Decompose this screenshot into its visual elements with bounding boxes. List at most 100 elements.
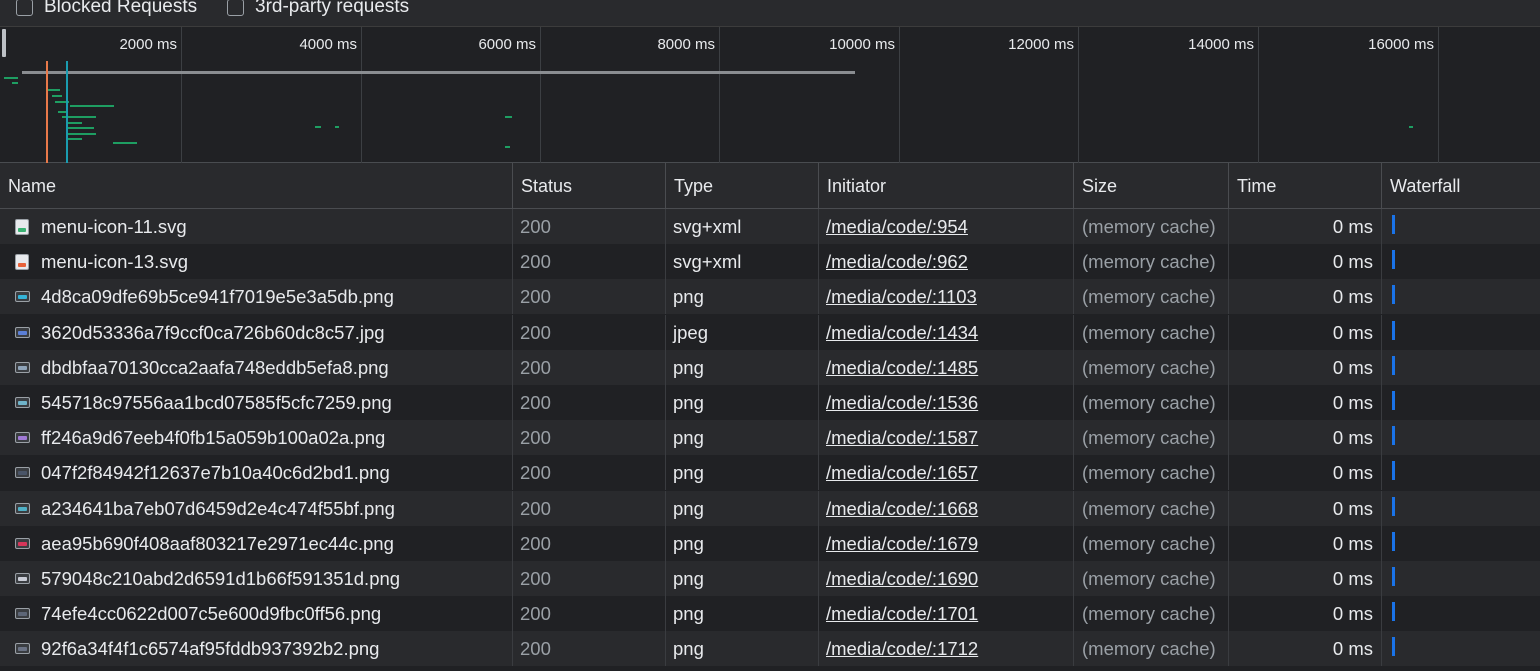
cell-name[interactable]: dbdbfaa70130cca2aafa748eddb5efa8.png [0, 349, 513, 385]
overview-tick-label: 8000 ms [657, 36, 715, 53]
initiator-link[interactable]: /media/code/:1536 [826, 392, 978, 413]
table-row[interactable]: a234641ba7eb07d6459d2e4c474f55bf.png 200 p… [0, 490, 1540, 526]
waterfall-bar [1392, 496, 1395, 516]
request-name[interactable]: 545718c97556aa1bcd07585f5cfc7259.png [41, 392, 392, 413]
request-name[interactable]: 92f6a34f4f1c6574af95fddb937392b2.png [41, 638, 379, 659]
request-name[interactable]: 4d8ca09dfe69b5ce941f7019e5e3a5db.png [41, 286, 394, 307]
cell-status: 200 [513, 420, 666, 456]
table-row[interactable]: aea95b690f408aaf803217e2971ec44c.png 200 p… [0, 525, 1540, 561]
cell-waterfall [1382, 350, 1540, 385]
table-row[interactable]: 579048c210abd2d6591d1b66f591351d.png 200 p… [0, 561, 1540, 596]
cell-name[interactable]: 047f2f84942f12637e7b10a40c6d2bd1.png [0, 455, 513, 491]
cell-initiator: /media/code/:1712 [819, 631, 1074, 667]
request-name[interactable]: a234641ba7eb07d6459d2e4c474f55bf.png [41, 498, 395, 519]
table-row[interactable]: 545718c97556aa1bcd07585f5cfc7259.png 200 p… [0, 385, 1540, 420]
initiator-link[interactable]: /media/code/:1668 [826, 498, 978, 519]
overview-activity-mark [68, 138, 82, 140]
table-row[interactable]: menu-icon-13.svg 200 svg+xml/media/code/:9… [0, 244, 1540, 280]
table-row[interactable]: 047f2f84942f12637e7b10a40c6d2bd1.png 200 p… [0, 455, 1540, 491]
cell-waterfall [1382, 279, 1540, 314]
cell-name[interactable]: 579048c210abd2d6591d1b66f591351d.png [0, 561, 513, 596]
overview-gridline [899, 27, 900, 163]
cell-name[interactable]: 4d8ca09dfe69b5ce941f7019e5e3a5db.png [0, 279, 513, 315]
waterfall-bar [1392, 250, 1395, 270]
cell-type: png [666, 631, 819, 667]
request-name[interactable]: 74efe4cc0622d007c5e600d9fbc0ff56.png [41, 603, 381, 624]
overview-gridline [540, 27, 541, 163]
checkbox-box[interactable] [227, 0, 244, 16]
column-header-name[interactable]: Name [0, 163, 513, 209]
table-row[interactable]: ff246a9d67eeb4f0fb15a059b100a02a.png 200 p… [0, 420, 1540, 456]
overview-activity-mark [70, 105, 114, 107]
cell-size: (memory cache) [1074, 455, 1229, 491]
overview-activity-mark [66, 122, 82, 124]
waterfall-bar [1392, 285, 1395, 305]
cell-name[interactable]: aea95b690f408aaf803217e2971ec44c.png [0, 525, 513, 561]
initiator-link[interactable]: /media/code/:954 [826, 216, 968, 237]
initiator-link[interactable]: /media/code/:1657 [826, 462, 978, 483]
request-name[interactable]: 3620d53336a7f9ccf0ca726b60dc8c57.jpg [41, 322, 385, 343]
cell-time: 0 ms [1229, 209, 1382, 244]
overview-activity-mark [48, 89, 60, 91]
request-name[interactable]: 579048c210abd2d6591d1b66f591351d.png [41, 568, 400, 589]
request-name[interactable]: dbdbfaa70130cca2aafa748eddb5efa8.png [41, 357, 389, 378]
blocked-requests-checkbox[interactable]: Blocked Requests [16, 0, 197, 18]
cell-type: png [666, 349, 819, 385]
waterfall-bar [1392, 567, 1395, 586]
cell-name[interactable]: 3620d53336a7f9ccf0ca726b60dc8c57.jpg [0, 314, 513, 350]
initiator-link[interactable]: /media/code/:1712 [826, 638, 978, 659]
table-row[interactable]: 92f6a34f4f1c6574af95fddb937392b2.png 200 p… [0, 631, 1540, 667]
column-header-initiator[interactable]: Initiator [819, 163, 1074, 209]
cell-size: (memory cache) [1074, 631, 1229, 667]
initiator-link[interactable]: /media/code/:1701 [826, 603, 978, 624]
column-header-time[interactable]: Time [1229, 163, 1382, 209]
checkbox-box[interactable] [16, 0, 33, 16]
overview-tick-label: 12000 ms [1008, 36, 1074, 53]
cell-status: 200 [513, 455, 666, 491]
cell-name[interactable]: ff246a9d67eeb4f0fb15a059b100a02a.png [0, 420, 513, 456]
cell-name[interactable]: 92f6a34f4f1c6574af95fddb937392b2.png [0, 631, 513, 667]
column-header-status[interactable]: Status [513, 163, 666, 209]
image-file-icon [15, 502, 30, 514]
column-header-type[interactable]: Type [666, 163, 819, 209]
cell-type: png [666, 279, 819, 315]
table-row[interactable]: 74efe4cc0622d007c5e600d9fbc0ff56.png 200 p… [0, 596, 1540, 632]
cell-name[interactable]: menu-icon-11.svg [0, 209, 513, 244]
network-overview-timeline[interactable]: 2000 ms 4000 ms 6000 ms 8000 ms 10000 ms… [0, 27, 1540, 163]
dom-content-loaded-marker [66, 61, 68, 163]
cell-size: (memory cache) [1074, 596, 1229, 632]
overview-activity-mark [66, 133, 96, 135]
column-header-waterfall[interactable]: Waterfall [1382, 163, 1540, 209]
cell-name[interactable]: menu-icon-13.svg [0, 244, 513, 280]
cell-status: 200 [513, 525, 666, 561]
cell-initiator: /media/code/:1679 [819, 525, 1074, 561]
image-file-icon [15, 467, 30, 479]
request-name[interactable]: menu-icon-11.svg [41, 216, 187, 237]
initiator-link[interactable]: /media/code/:1485 [826, 357, 978, 378]
initiator-link[interactable]: /media/code/:1103 [826, 286, 977, 307]
request-name[interactable]: aea95b690f408aaf803217e2971ec44c.png [41, 533, 394, 554]
table-row[interactable]: 4d8ca09dfe69b5ce941f7019e5e3a5db.png 200 p… [0, 279, 1540, 315]
overview-left-handle[interactable] [2, 29, 6, 57]
initiator-link[interactable]: /media/code/:1434 [826, 322, 978, 343]
initiator-link[interactable]: /media/code/:1690 [826, 568, 978, 589]
third-party-requests-label[interactable]: 3rd-party requests [255, 0, 409, 18]
overview-activity-mark [1409, 126, 1413, 128]
blocked-requests-label[interactable]: Blocked Requests [44, 0, 197, 18]
request-name[interactable]: 047f2f84942f12637e7b10a40c6d2bd1.png [41, 462, 390, 483]
initiator-link[interactable]: /media/code/:1587 [826, 427, 978, 448]
table-row[interactable]: dbdbfaa70130cca2aafa748eddb5efa8.png 200 p… [0, 349, 1540, 385]
cell-name[interactable]: 74efe4cc0622d007c5e600d9fbc0ff56.png [0, 596, 513, 632]
table-row[interactable]: menu-icon-11.svg 200 svg+xml/media/code/:9… [0, 209, 1540, 244]
initiator-link[interactable]: /media/code/:962 [826, 251, 968, 272]
request-name[interactable]: ff246a9d67eeb4f0fb15a059b100a02a.png [41, 427, 385, 448]
cell-waterfall [1382, 315, 1540, 350]
cell-name[interactable]: 545718c97556aa1bcd07585f5cfc7259.png [0, 385, 513, 420]
overview-activity-mark [4, 77, 18, 79]
column-header-size[interactable]: Size [1074, 163, 1229, 209]
third-party-requests-checkbox[interactable]: 3rd-party requests [227, 0, 409, 18]
request-name[interactable]: menu-icon-13.svg [41, 251, 188, 272]
table-row[interactable]: 3620d53336a7f9ccf0ca726b60dc8c57.jpg 200 j… [0, 314, 1540, 350]
cell-name[interactable]: a234641ba7eb07d6459d2e4c474f55bf.png [0, 490, 513, 526]
initiator-link[interactable]: /media/code/:1679 [826, 533, 978, 554]
